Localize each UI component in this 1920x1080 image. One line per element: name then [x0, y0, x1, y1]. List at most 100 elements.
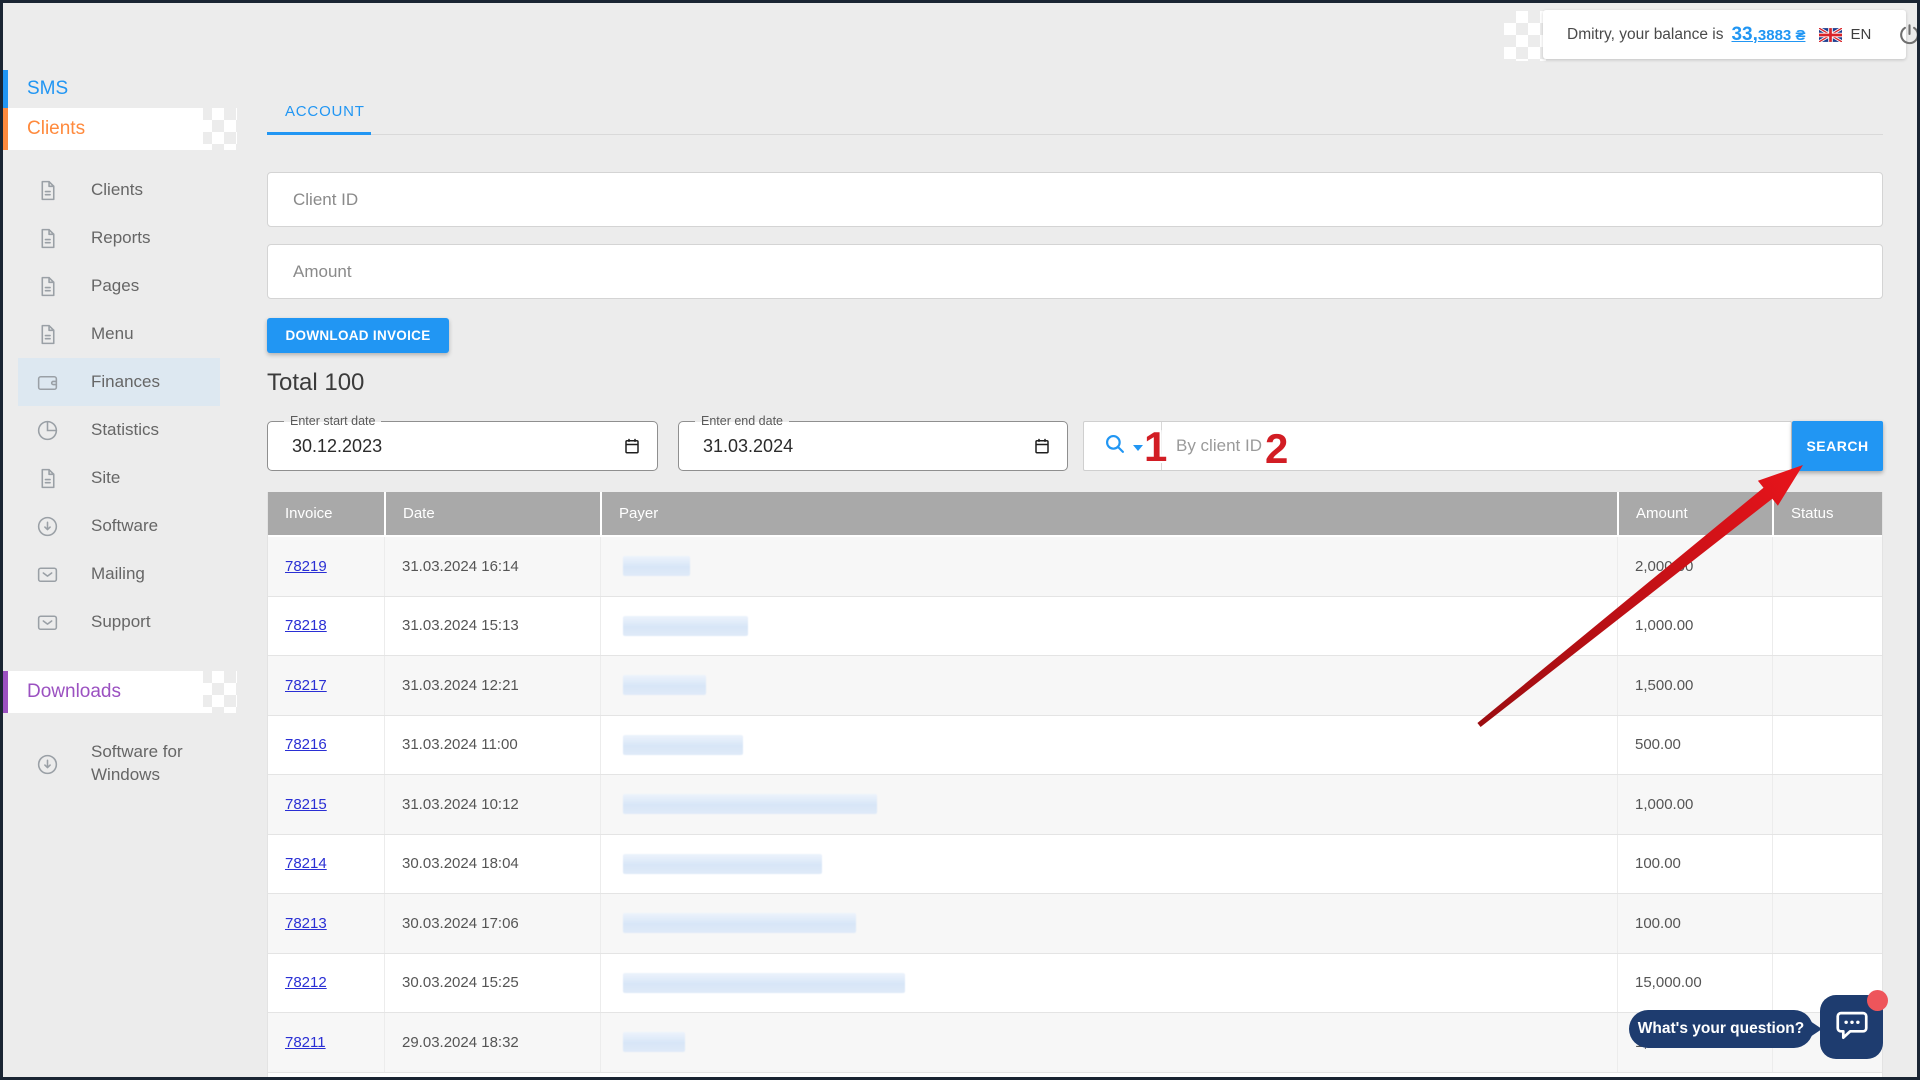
sidebar-item-clients[interactable]: Clients [18, 166, 220, 214]
sidebar-section-label: SMS [27, 78, 68, 100]
calendar-icon[interactable] [623, 437, 641, 460]
payer-cell [600, 1013, 1617, 1072]
table-row: 78214 30.03.2024 18:04 100.00 [268, 835, 1882, 895]
invoice-amount: 15,000.00 [1617, 954, 1772, 1013]
sidebar-section-downloads[interactable]: Downloads [3, 671, 203, 713]
search-input[interactable] [1162, 422, 1791, 470]
download-icon [34, 513, 60, 539]
invoice-amount: 100.00 [1617, 894, 1772, 953]
table-row: 7821731.03.2024 12:211,500.00 [268, 656, 1882, 716]
invoice-date: 29.03.2024 18:32 [384, 1013, 600, 1072]
payer-cell [600, 894, 1617, 953]
invoice-status [1772, 775, 1882, 834]
document-icon [34, 273, 60, 299]
language-label[interactable]: EN [1850, 26, 1871, 43]
invoice-link[interactable]: 78216 [285, 736, 327, 753]
invoice-link[interactable]: 78214 [285, 855, 327, 872]
sidebar-item-support[interactable]: Support [18, 598, 220, 646]
end-date-field[interactable]: Enter end date 31.03.2024 [678, 421, 1068, 471]
sidebar-item-software-for-windows[interactable]: Software for Windows [18, 731, 220, 797]
sidebar-item-pages[interactable]: Pages [18, 262, 220, 310]
sidebar-item-mailing[interactable]: Mailing [18, 550, 220, 598]
document-icon [34, 225, 60, 251]
invoice-link[interactable]: 78215 [285, 796, 327, 813]
search-icon [1102, 431, 1128, 462]
sidebar-section-label: Clients [27, 118, 85, 140]
invoice-date: 30.03.2024 18:04 [384, 835, 600, 894]
download-invoice-button[interactable]: DOWNLOAD INVOICE [267, 318, 449, 353]
envelope-icon [34, 561, 60, 587]
payer-cell [600, 656, 1617, 715]
payer-redacted [623, 973, 905, 993]
invoice-status [1772, 835, 1882, 894]
document-icon [34, 321, 60, 347]
search-button[interactable]: SEARCH [1792, 421, 1883, 471]
invoice-amount: 1,000.00 [1617, 775, 1772, 834]
checker-decoration [200, 671, 237, 713]
column-header-payer: Payer [600, 492, 1617, 535]
invoice-link[interactable]: 78211 [285, 1034, 326, 1051]
tab-active-underline [267, 132, 371, 135]
invoice-amount: 100.00 [1617, 835, 1772, 894]
payer-redacted [623, 616, 748, 636]
downloads-accent-bar [3, 671, 8, 713]
invoice-link[interactable]: 78219 [285, 558, 327, 575]
invoice-amount: 1,000.00 [1617, 597, 1772, 656]
table-body: 78219 31.03.2024 16:14 2,000.00 78218 31.03.… [268, 537, 1882, 1073]
chat-question-bubble[interactable]: What's your question? [1629, 1010, 1813, 1048]
invoice-status [1772, 716, 1882, 775]
end-date-value: 31.03.2024 [703, 436, 793, 457]
invoice-status [1772, 597, 1882, 656]
sidebar-item-finances[interactable]: Finances [18, 358, 220, 406]
start-date-field[interactable]: Enter start date 30.12.2023 [267, 421, 658, 471]
client-id-field[interactable] [267, 172, 1883, 227]
total-count-label: Total 100 [267, 369, 364, 397]
sidebar-item-label: Statistics [91, 419, 223, 442]
invoice-date: 31.03.2024 15:13 [384, 597, 600, 656]
sidebar-section-clients[interactable]: Clients [3, 108, 203, 150]
column-header-amount: Amount [1617, 492, 1772, 535]
table-row: 78213 30.03.2024 17:06 100.00 [268, 894, 1882, 954]
column-header-date: Date [384, 492, 600, 535]
invoice-link[interactable]: 78212 [285, 974, 327, 991]
page: Dmitry, your balance is 33,3883 ₴ EN SMS… [0, 0, 1920, 1080]
sidebar-item-menu[interactable]: Menu [18, 310, 220, 358]
invoice-amount: 1,500.00 [1617, 656, 1772, 715]
end-date-label: Enter end date [695, 413, 789, 430]
invoice-date: 31.03.2024 16:14 [384, 537, 600, 596]
chat-launcher-button[interactable] [1820, 995, 1883, 1059]
invoice-amount: 500.00 [1617, 716, 1772, 775]
balance-text: Dmitry, your balance is [1567, 26, 1723, 44]
payer-cell [600, 597, 1617, 656]
wallet-icon [34, 369, 60, 395]
sidebar-item-reports[interactable]: Reports [18, 214, 220, 262]
sidebar-item-software[interactable]: Software [18, 502, 220, 550]
header-balance-box: Dmitry, your balance is 33,3883 ₴ EN [1543, 10, 1906, 59]
payer-redacted [623, 1032, 685, 1052]
checker-decoration [1504, 11, 1546, 61]
payer-cell [600, 775, 1617, 834]
sidebar-item-label: Reports [91, 227, 223, 250]
annotation-step-1: 1 [1144, 423, 1167, 471]
balance-link[interactable]: 33,3883 ₴ [1731, 24, 1805, 46]
search-bar [1083, 421, 1792, 471]
power-icon[interactable] [1897, 22, 1920, 47]
amount-field[interactable] [267, 244, 1883, 299]
invoice-link[interactable]: 78213 [285, 915, 327, 932]
table-row: 78219 31.03.2024 16:14 2,000.00 [268, 537, 1882, 597]
clients-accent-bar [3, 108, 8, 150]
invoice-date: 31.03.2024 11:00 [384, 716, 600, 775]
invoice-date: 30.03.2024 17:06 [384, 894, 600, 953]
chat-bubble-text: What's your question? [1638, 1020, 1804, 1038]
column-header-invoice: Invoice [268, 492, 384, 535]
sidebar-section-sms[interactable]: SMS [3, 70, 223, 108]
sms-accent-bar [3, 70, 8, 108]
calendar-icon[interactable] [1033, 437, 1051, 460]
uk-flag-icon[interactable] [1819, 28, 1842, 42]
sidebar-item-statistics[interactable]: Statistics [18, 406, 220, 454]
invoice-amount: 2,000.00 [1617, 537, 1772, 596]
invoice-link[interactable]: 78217 [285, 677, 327, 694]
invoice-link[interactable]: 78218 [285, 617, 327, 634]
sidebar-item-site[interactable]: Site [18, 454, 220, 502]
tab-account[interactable]: ACCOUNT [285, 103, 365, 120]
